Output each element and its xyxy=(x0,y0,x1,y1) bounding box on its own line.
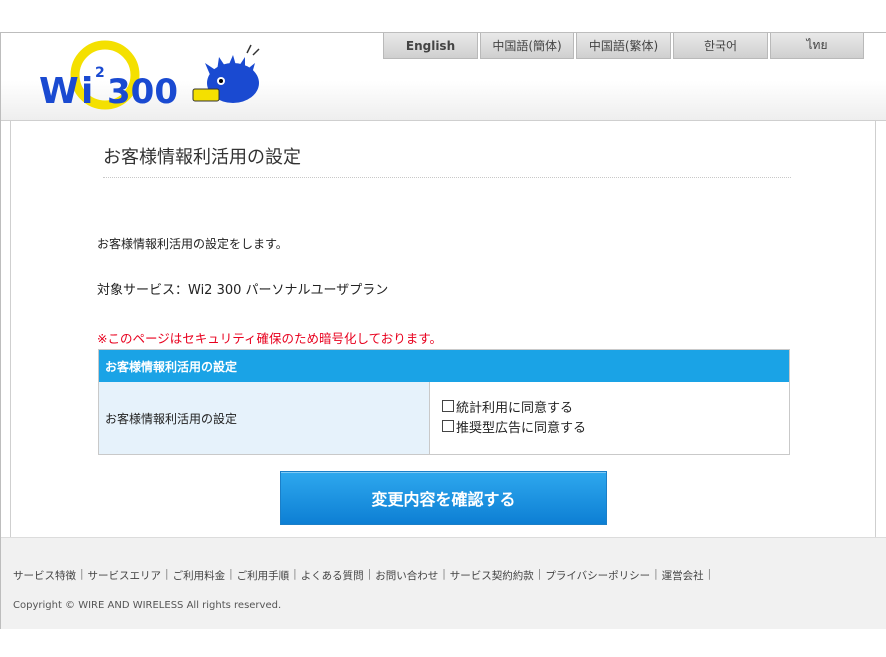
lang-tab-korean[interactable]: 한국어 xyxy=(673,33,768,59)
confirm-changes-button[interactable]: 変更内容を確認する xyxy=(280,471,607,525)
intro-text: お客様情報利活用の設定をします。 xyxy=(97,237,288,251)
footer-links: サービス特徴 | サービスエリア | ご利用料金 | ご利用手順 | よくある質問 | お… xyxy=(13,568,712,583)
target-service-text: 対象サービス：Wi2 300 パーソナルユーザプラン xyxy=(97,283,389,298)
footer-link-pricing[interactable]: ご利用料金 xyxy=(173,568,226,583)
lang-tab-chinese-simplified[interactable]: 中国語(簡体) xyxy=(480,33,574,59)
footer-link-privacy[interactable]: プライバシーポリシー xyxy=(545,568,650,583)
hedgehog-mascot-icon xyxy=(192,44,260,103)
footer-link-features[interactable]: サービス特徴 xyxy=(13,568,76,583)
footer-link-company[interactable]: 運営会社 xyxy=(662,568,704,583)
svg-text:i: i xyxy=(81,71,93,112)
consent-ads-label: 推奨型広告に同意する xyxy=(456,420,587,436)
svg-text:2: 2 xyxy=(95,65,105,81)
consent-ads-checkbox[interactable]: 推奨型広告に同意する xyxy=(442,416,789,436)
checkbox-square-icon[interactable] xyxy=(442,400,454,412)
language-tabs: English 中国語(簡体) 中国語(繁体) 한국어 ไทย xyxy=(383,33,866,59)
lang-tab-english[interactable]: English xyxy=(383,33,478,59)
lang-tab-thai[interactable]: ไทย xyxy=(770,33,864,59)
footer-link-contact[interactable]: お問い合わせ xyxy=(375,568,438,583)
footer-link-faq[interactable]: よくある質問 xyxy=(301,568,364,583)
wi2-300-logo[interactable]: W i 2 300 xyxy=(33,37,268,117)
lang-tab-chinese-traditional[interactable]: 中国語(繁体) xyxy=(576,33,671,59)
settings-table: お客様情報利活用の設定 お客様情報利活用の設定 統計利用に同意する 推奨型広告に… xyxy=(98,349,790,455)
checkbox-square-icon[interactable] xyxy=(442,420,454,432)
page-frame: W i 2 300 English 中国語(簡体) 中国語(繁体) 한국어 ไท… xyxy=(0,32,886,629)
site-footer: サービス特徴 | サービスエリア | ご利用料金 | ご利用手順 | よくある質問 | お… xyxy=(1,537,886,629)
security-notice: ※このページはセキュリティ確保のため暗号化しております。 xyxy=(97,331,442,346)
footer-link-area[interactable]: サービスエリア xyxy=(88,568,162,583)
svg-text:W: W xyxy=(39,71,79,112)
settings-table-row: お客様情報利活用の設定 統計利用に同意する 推奨型広告に同意する xyxy=(99,382,789,454)
main-content: お客様情報利活用の設定 お客様情報利活用の設定をします。 対象サービス：Wi2 … xyxy=(10,121,876,537)
footer-link-terms[interactable]: サービス契約約款 xyxy=(450,568,534,583)
settings-options: 統計利用に同意する 推奨型広告に同意する xyxy=(430,382,789,454)
settings-row-label: お客様情報利活用の設定 xyxy=(99,382,430,454)
copyright-text: Copyright © WIRE AND WIRELESS All rights… xyxy=(13,600,282,611)
settings-table-header: お客様情報利活用の設定 xyxy=(99,350,789,382)
wi2-logo-icon: W i 2 300 xyxy=(39,40,260,112)
svg-text:300: 300 xyxy=(107,72,178,112)
consent-statistics-checkbox[interactable]: 統計利用に同意する xyxy=(442,396,789,416)
page-title: お客様情報利活用の設定 xyxy=(103,143,791,178)
footer-link-howto[interactable]: ご利用手順 xyxy=(237,568,290,583)
site-header: W i 2 300 English 中国語(簡体) 中国語(繁体) 한국어 ไท… xyxy=(1,33,886,121)
consent-statistics-label: 統計利用に同意する xyxy=(456,400,574,416)
